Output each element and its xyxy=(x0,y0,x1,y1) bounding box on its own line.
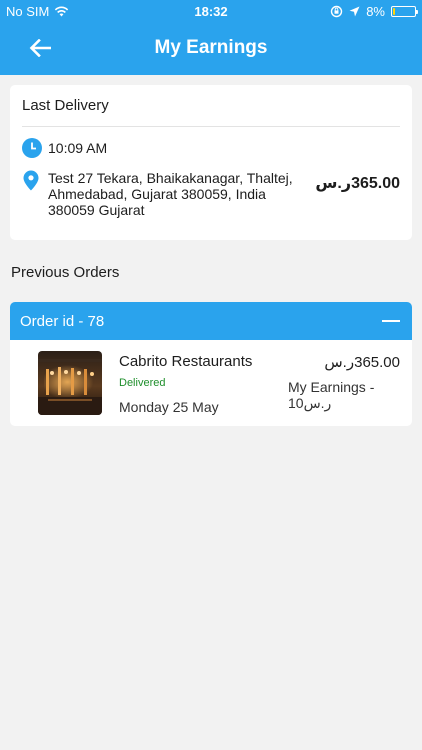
collapse-icon[interactable] xyxy=(382,313,400,329)
restaurant-image xyxy=(38,351,102,415)
order-item[interactable]: Cabrito Restaurants Delivered Monday 25 … xyxy=(10,340,412,426)
order-id: Order id - 78 xyxy=(20,313,105,330)
status-bar: No SIM 18:32 8% xyxy=(0,0,422,22)
divider xyxy=(22,126,400,127)
delivery-address: Test 27 Tekara, Bhaikakanagar, Thaltej, … xyxy=(48,170,293,218)
battery-percent: 8% xyxy=(366,4,385,19)
restaurant-name: Cabrito Restaurants xyxy=(119,353,253,370)
page-title: My Earnings xyxy=(154,37,268,58)
earnings-value: ر.س10 xyxy=(288,395,332,411)
location-pin-icon xyxy=(23,170,39,191)
app-header: My Earnings xyxy=(0,22,422,75)
battery-level xyxy=(393,8,395,15)
battery-icon xyxy=(391,6,418,17)
restaurant-thumbnail[interactable] xyxy=(38,351,102,415)
status-badge: Delivered xyxy=(119,377,166,389)
status-right: 8% xyxy=(330,4,418,19)
last-delivery-card[interactable]: Last Delivery 10:09 AM Test 27 Tekara, B… xyxy=(10,85,412,240)
earnings-label: My Earnings - xyxy=(288,379,375,395)
order-amount: 365.00ر.س xyxy=(324,354,400,371)
last-delivery-title: Last Delivery xyxy=(22,97,109,114)
clock-icon xyxy=(22,138,42,158)
orientation-lock-icon xyxy=(331,5,343,18)
location-arrow-icon xyxy=(349,6,360,17)
previous-orders-heading: Previous Orders xyxy=(11,264,120,281)
order-date: Monday 25 May xyxy=(119,399,219,415)
top-bar: No SIM 18:32 8% My Earnings xyxy=(0,0,422,75)
delivery-time: 10:09 AM xyxy=(48,140,108,156)
delivery-amount: 365.00ر.س xyxy=(315,175,400,192)
order-header[interactable]: Order id - 78 xyxy=(10,302,412,340)
order-earnings: My Earnings - ر.س10 xyxy=(288,379,400,411)
